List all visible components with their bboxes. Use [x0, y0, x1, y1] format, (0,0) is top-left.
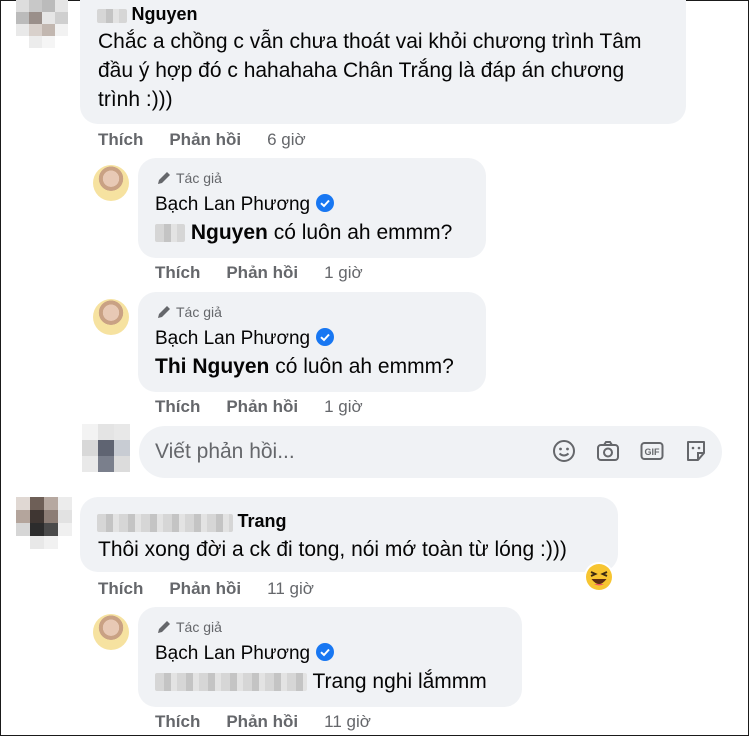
author-avatar[interactable]	[93, 299, 129, 335]
timestamp[interactable]: 1 giờ	[324, 263, 363, 282]
reply-input[interactable]: Viết phản hồi... GIF	[139, 426, 722, 478]
pencil-icon	[158, 621, 170, 633]
reply-actions: Thích Phản hồi 11 giờ	[155, 712, 371, 732]
verified-badge-icon	[316, 194, 335, 213]
pencil-icon	[158, 172, 170, 184]
author-badge: Tác giả	[156, 304, 222, 320]
reply-actions: Thích Phản hồi 1 giờ	[155, 263, 363, 283]
reply-link[interactable]: Phản hồi	[226, 263, 298, 282]
author-name[interactable]: Bạch Lan Phương	[155, 643, 335, 665]
redacted-name	[155, 224, 185, 243]
comment-actions: Thích Phản hồi 6 giờ	[98, 130, 306, 150]
like-link[interactable]: Thích	[155, 397, 200, 416]
timestamp[interactable]: 1 giờ	[324, 397, 363, 416]
comment-text-line: trình :)))	[98, 88, 173, 111]
mention-link[interactable]: Nguyen	[191, 221, 268, 244]
comment-author[interactable]: Nguyen	[97, 4, 197, 25]
mention-link[interactable]: Trang	[312, 670, 366, 693]
verified-badge-icon	[316, 643, 335, 662]
reply-text: Thi Nguyen có luôn ah emmm?	[155, 355, 454, 378]
comment-author[interactable]: Trang	[97, 511, 286, 532]
like-link[interactable]: Thích	[155, 712, 200, 731]
like-link[interactable]: Thích	[155, 263, 200, 282]
timestamp[interactable]: 11 giờ	[324, 712, 371, 731]
author-avatar[interactable]	[93, 614, 129, 650]
current-user-avatar	[82, 424, 130, 472]
comment-text-line: đầu ý hợp đó c hahahaha Chân Trắng là đá…	[98, 59, 625, 82]
svg-text:GIF: GIF	[645, 447, 661, 457]
comment-actions: Thích Phản hồi 11 giờ	[98, 579, 314, 599]
reply-actions: Thích Phản hồi 1 giờ	[155, 397, 363, 417]
author-avatar[interactable]	[93, 165, 129, 201]
redacted-name	[97, 513, 233, 532]
reply-input-placeholder: Viết phản hồi...	[155, 440, 295, 463]
reply-link[interactable]: Phản hồi	[226, 397, 298, 416]
commenter-avatar[interactable]	[16, 0, 68, 48]
author-name[interactable]: Bạch Lan Phương	[155, 194, 335, 216]
reply-text: Trang nghi lắmmm	[155, 670, 487, 694]
mention-link[interactable]: Thi Nguyen	[155, 355, 269, 378]
author-badge: Tác giả	[156, 170, 222, 186]
reply-link[interactable]: Phản hồi	[226, 712, 298, 731]
like-link[interactable]: Thích	[98, 579, 143, 598]
redacted-name	[155, 673, 307, 692]
verified-badge-icon	[316, 328, 335, 347]
composer-tools: GIF	[552, 439, 708, 463]
reply-text: Nguyen có luôn ah emmm?	[155, 221, 452, 245]
commenter-avatar[interactable]	[16, 497, 72, 549]
like-link[interactable]: Thích	[98, 130, 143, 149]
redacted-name	[97, 8, 127, 23]
reply-link[interactable]: Phản hồi	[169, 130, 241, 149]
comment-text: Thôi xong đời a ck đi tong, nói mớ toàn …	[98, 538, 567, 561]
comment-text: Chắc a chồng c vẫn chưa thoát vai khỏi c…	[98, 27, 678, 114]
author-name[interactable]: Bạch Lan Phương	[155, 328, 335, 350]
timestamp[interactable]: 11 giờ	[267, 579, 314, 598]
smiley-icon[interactable]	[552, 439, 576, 463]
comment-text-line: Chắc a chồng c vẫn chưa thoát vai khỏi c…	[98, 30, 642, 53]
haha-emoji-icon[interactable]	[583, 561, 615, 598]
gif-icon[interactable]: GIF	[640, 439, 664, 463]
camera-icon[interactable]	[596, 439, 620, 463]
sticker-icon[interactable]	[684, 439, 708, 463]
timestamp[interactable]: 6 giờ	[267, 130, 306, 149]
reply-link[interactable]: Phản hồi	[169, 579, 241, 598]
pencil-icon	[158, 306, 170, 318]
author-badge: Tác giả	[156, 619, 222, 635]
